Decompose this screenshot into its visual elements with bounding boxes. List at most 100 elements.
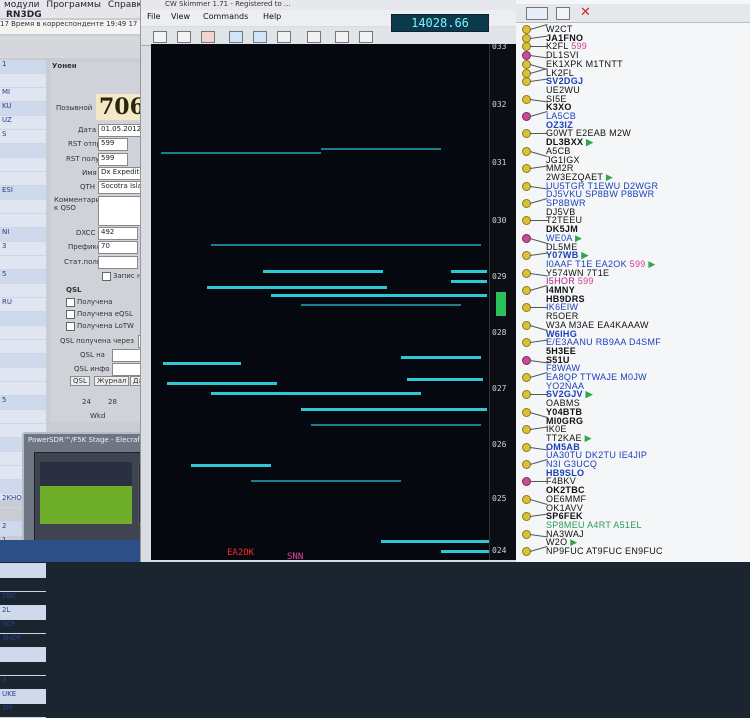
tool-icon-9[interactable] xyxy=(359,31,373,43)
waterfall-trace xyxy=(167,382,277,385)
log-list-row[interactable]: UZ xyxy=(0,116,46,130)
lotw-received-checkbox[interactable] xyxy=(66,322,75,331)
log-list-row[interactable] xyxy=(0,200,46,214)
waterfall-trace xyxy=(401,356,481,359)
waterfall-trace xyxy=(191,464,271,467)
menu-commands[interactable]: Commands xyxy=(203,12,248,21)
log-list-row[interactable] xyxy=(0,326,46,340)
tool-icon-6[interactable] xyxy=(277,31,291,43)
log-list-row[interactable]: 2BC xyxy=(0,592,46,606)
tab-journal[interactable]: Журнал xyxy=(94,376,130,386)
spot-arrow-icon[interactable]: ▶ xyxy=(583,137,593,147)
powersdr-title: PowerSDR™/F5K Stage - Elecraft K... xyxy=(28,436,156,444)
log-list-row[interactable] xyxy=(0,144,46,158)
add-icon[interactable] xyxy=(556,7,570,20)
waterfall-trace xyxy=(211,244,481,246)
log-list-row[interactable]: 3M xyxy=(0,704,46,718)
scale-tick: 024 xyxy=(492,546,507,555)
filter-dropdown[interactable] xyxy=(526,7,548,20)
log-list-row[interactable]: MI xyxy=(0,88,46,102)
log-list-row[interactable]: ESI xyxy=(0,186,46,200)
frequency-display[interactable]: 14028.66 xyxy=(391,14,489,32)
log-list-row[interactable]: 1 xyxy=(0,60,46,74)
tool-icon-2[interactable] xyxy=(177,31,191,43)
spot-arrow-icon[interactable]: ▶ xyxy=(646,259,656,269)
log-list-row[interactable] xyxy=(0,284,46,298)
logger-menu-programs[interactable]: Программы xyxy=(46,0,101,10)
marker-connector xyxy=(530,133,548,135)
marker-connector xyxy=(529,498,548,505)
tool-icon-1[interactable] xyxy=(153,31,167,43)
log-list-row[interactable] xyxy=(0,578,46,592)
tool-icon-8[interactable] xyxy=(335,31,349,43)
spot-arrow-icon[interactable]: ▶ xyxy=(583,389,593,399)
log-list-row[interactable] xyxy=(0,214,46,228)
log-list-row[interactable] xyxy=(0,172,46,186)
tab-qsl[interactable]: QSL xyxy=(70,376,90,386)
log-list-row[interactable]: 2L xyxy=(0,606,46,620)
scale-tick: 026 xyxy=(492,440,507,449)
stat-field[interactable] xyxy=(98,256,138,269)
waterfall-callsign-label-2[interactable]: SNN xyxy=(287,552,303,560)
dxcc-field[interactable]: 492 xyxy=(98,227,138,240)
waterfall-trace xyxy=(301,304,461,306)
waterfall-trace xyxy=(381,540,489,543)
eqsl-received-checkbox[interactable] xyxy=(66,310,75,319)
tool-icon-4[interactable] xyxy=(229,31,243,43)
log-list-row[interactable]: S xyxy=(0,130,46,144)
log-list-row[interactable]: 5 xyxy=(0,396,46,410)
marker-connector xyxy=(529,237,548,244)
log-list-row[interactable]: 5 xyxy=(0,270,46,284)
log-list-row[interactable] xyxy=(0,158,46,172)
log-list-row[interactable]: 3 xyxy=(0,242,46,256)
tool-icon-7[interactable] xyxy=(307,31,321,43)
form-tab[interactable]: Уонен xyxy=(52,62,77,70)
rst-rcvd-field[interactable]: 599 xyxy=(98,153,128,166)
log-list-row[interactable] xyxy=(0,368,46,382)
prefix-field[interactable]: 70 xyxy=(98,241,138,254)
menu-file[interactable]: File xyxy=(147,12,160,21)
log-list-row[interactable] xyxy=(0,662,46,676)
frequency-scale[interactable]: 033 032 031 030 029 028 027 026 025 024 xyxy=(489,42,517,560)
scale-tick: 032 xyxy=(492,100,507,109)
waterfall-callsign-label[interactable]: EA2OK xyxy=(227,548,254,558)
log-list-row[interactable] xyxy=(0,564,46,578)
cw-skimmer-window: CW Skimmer 1.71 - Registered to ... File… xyxy=(140,0,517,562)
qsl-received-label: Получена xyxy=(77,298,113,306)
log-list-row[interactable]: NI xyxy=(0,228,46,242)
waterfall-trace xyxy=(451,270,487,273)
log-list-row[interactable] xyxy=(0,256,46,270)
scale-tick: 031 xyxy=(492,158,507,167)
log-list-row[interactable] xyxy=(0,312,46,326)
clear-icon[interactable]: ✕ xyxy=(580,5,591,20)
log-list-row[interactable] xyxy=(0,648,46,662)
spot-arrow-icon[interactable]: ▶ xyxy=(582,433,592,443)
log-list-row[interactable]: UKE xyxy=(0,690,46,704)
log-list-row[interactable]: 3 xyxy=(0,676,46,690)
waterfall-display[interactable]: EA2OK SNN xyxy=(151,44,489,560)
log-list-row[interactable] xyxy=(0,354,46,368)
logger-menu-modules[interactable]: модули xyxy=(4,0,39,10)
save-checkbox[interactable] xyxy=(102,272,111,281)
log-list-row[interactable]: 3CF xyxy=(0,620,46,634)
menu-help[interactable]: Help xyxy=(263,12,281,21)
dxcc-label: DXCC xyxy=(76,229,96,237)
tool-icon-5[interactable] xyxy=(253,31,267,43)
log-list-row[interactable] xyxy=(0,410,46,424)
log-list-row[interactable] xyxy=(0,74,46,88)
log-list-row[interactable] xyxy=(0,340,46,354)
menu-view[interactable]: View xyxy=(171,12,190,21)
tool-icon-3[interactable] xyxy=(201,31,215,43)
logger-title: RN3DG xyxy=(6,10,42,20)
qsl-via-label: QSL получена через xyxy=(60,337,135,345)
callsign-entry[interactable]: NP9FUC AT9FUC EN9FUC xyxy=(546,546,663,556)
log-list-row[interactable]: KU xyxy=(0,102,46,116)
log-list-row[interactable]: 3HDF xyxy=(0,634,46,648)
log-list-row[interactable]: RU xyxy=(0,298,46,312)
waterfall-trace xyxy=(407,378,483,381)
log-list-row[interactable] xyxy=(0,382,46,396)
qsl-received-checkbox[interactable] xyxy=(66,298,75,307)
rst-sent-field[interactable]: 599 xyxy=(98,138,128,151)
scale-tick: 033 xyxy=(492,42,507,51)
tuning-marker[interactable] xyxy=(496,292,506,316)
